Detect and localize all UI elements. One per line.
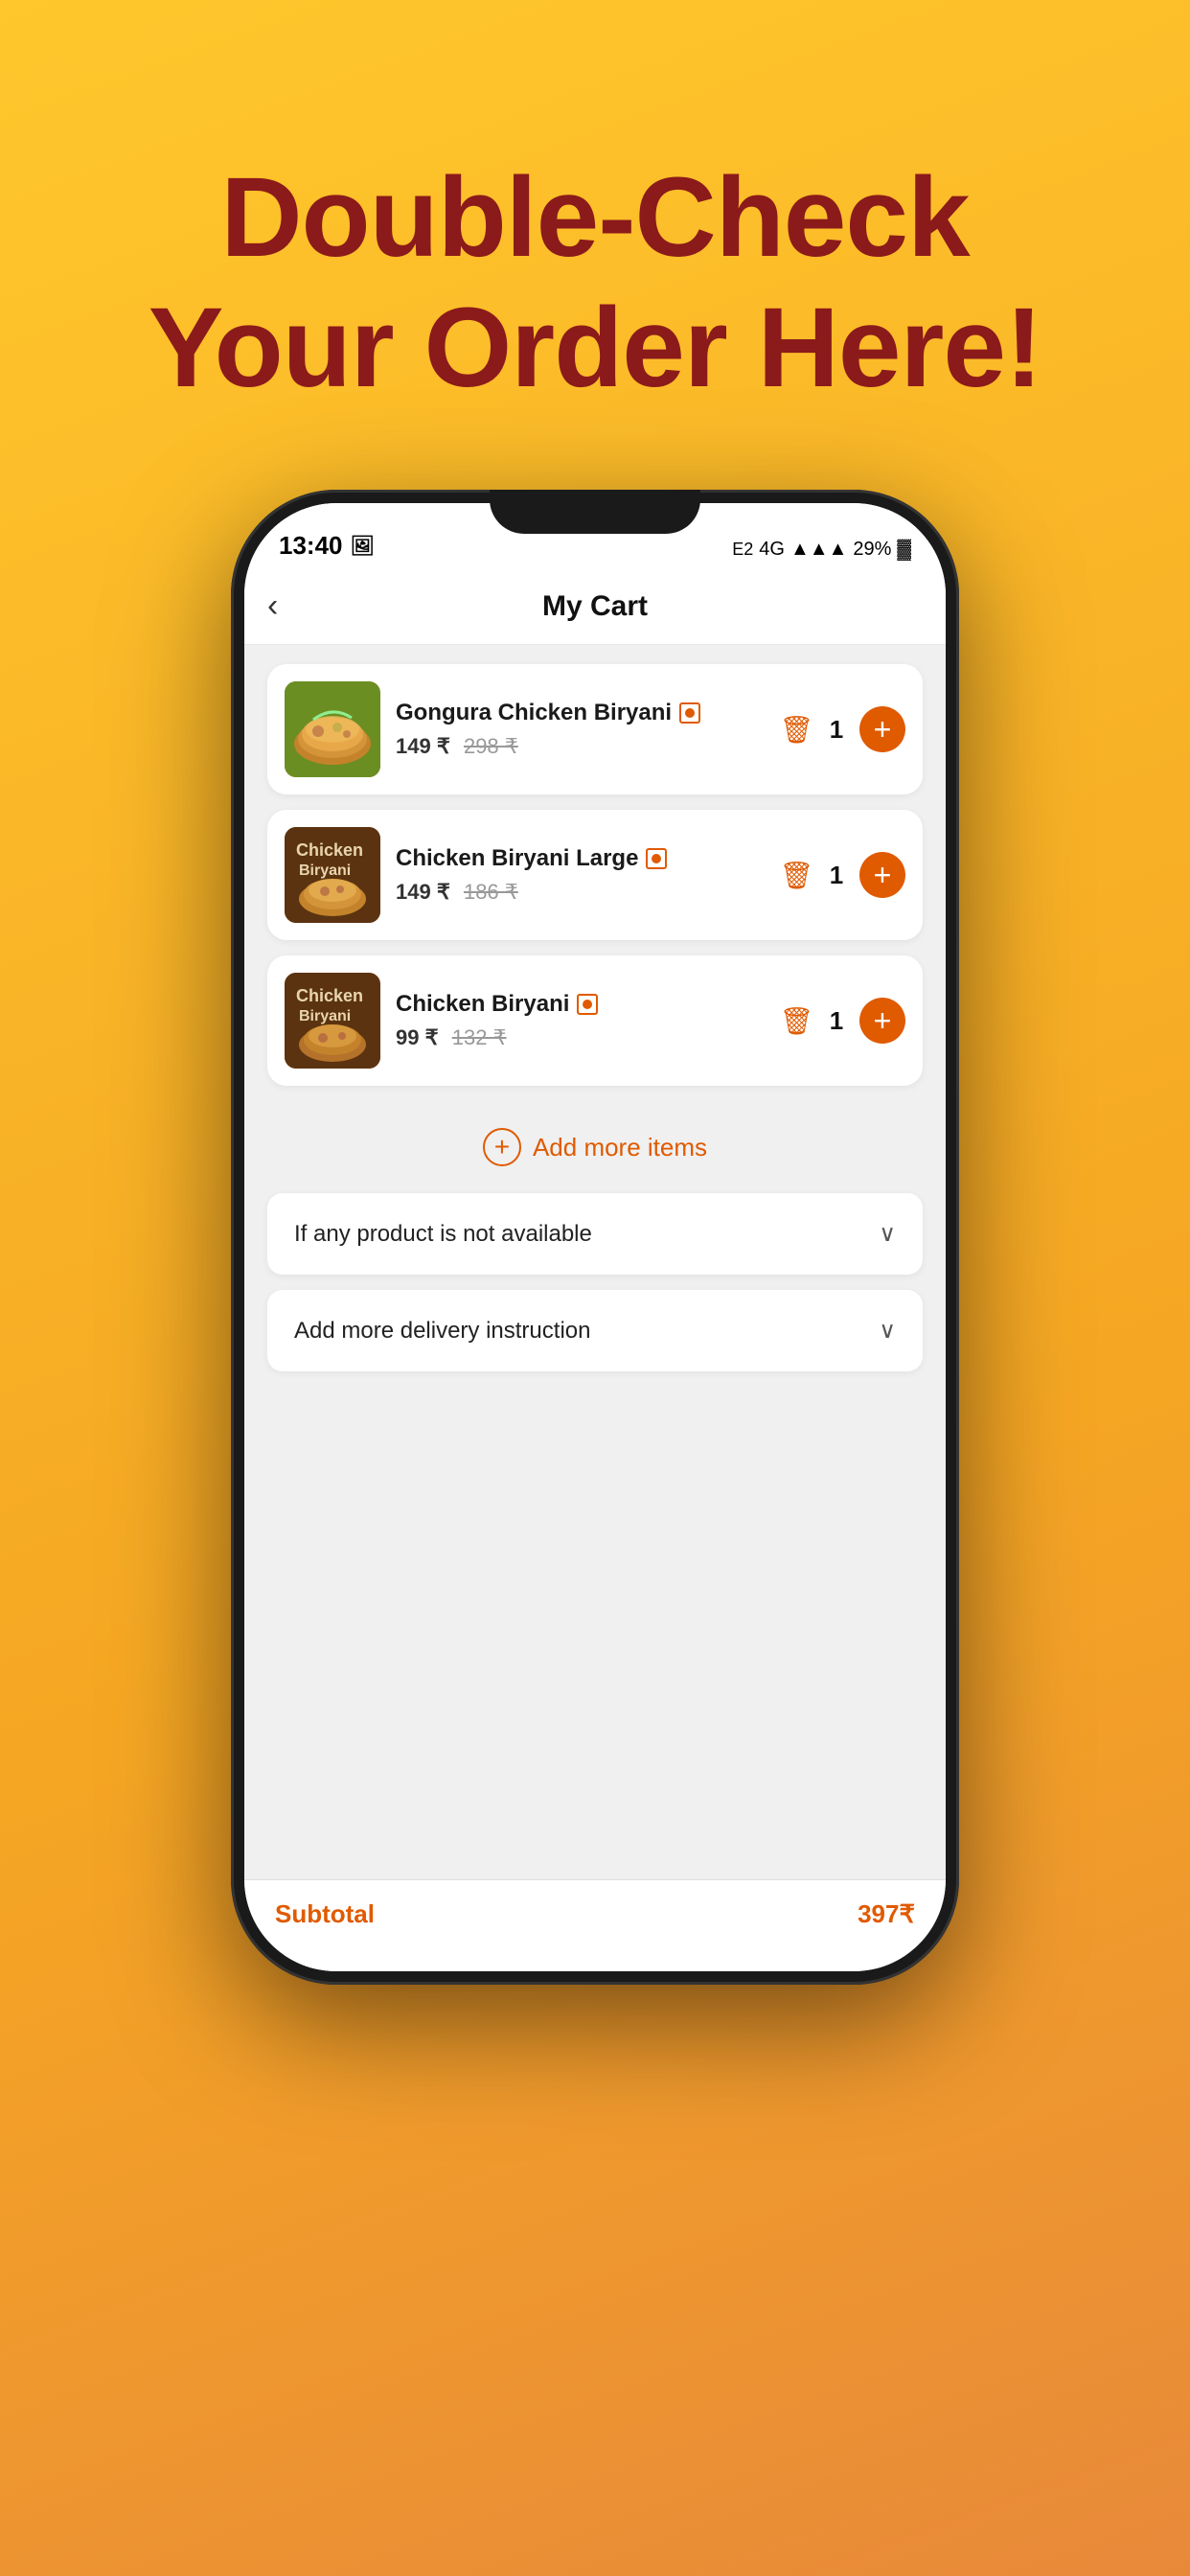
hero-title: Double-Check Your Order Here! (0, 0, 1190, 471)
svg-text:Biryani: Biryani (299, 1008, 351, 1024)
item-info-1: Gongura Chicken Biryani 149 ₹ 298 ₹ (380, 700, 779, 759)
cart-item-3: Chicken Biryani Chicken Biryani (267, 955, 923, 1086)
add-button-3[interactable]: + (859, 998, 905, 1044)
battery-label: 29% (853, 539, 891, 561)
chevron-down-icon: ∨ (879, 1220, 896, 1248)
qty-control-1: 🗑 1 + (779, 706, 905, 752)
add-more-items-button[interactable]: + Add more items (267, 1101, 923, 1193)
svg-text:Chicken: Chicken (296, 840, 363, 860)
item-image-1 (285, 681, 380, 777)
qty-control-2: 🗑 1 + (779, 852, 905, 898)
chevron-down-icon-2: ∨ (879, 1317, 896, 1345)
qty-num-2: 1 (827, 861, 846, 890)
bottom-bar: Subtotal 397₹ (244, 1879, 946, 1971)
delivery-dropdown[interactable]: Add more delivery instruction ∨ (267, 1290, 923, 1371)
availability-dropdown[interactable]: If any product is not available ∨ (267, 1193, 923, 1275)
item-price-1: 149 ₹ 298 ₹ (396, 734, 764, 759)
subtotal-value: 397₹ (858, 1899, 915, 1929)
signal-icon: 4G (759, 539, 785, 561)
phone-frame: 13:40 🖼 E2 4G ▲▲▲ 29% ▓ ‹ My Cart (231, 490, 959, 1985)
wifi-icon: ▲▲▲ (790, 539, 847, 561)
page-title: My Cart (542, 590, 648, 623)
cart-item: Gongura Chicken Biryani 149 ₹ 298 ₹ 🗑 1 … (267, 664, 923, 794)
subtotal-label: Subtotal (275, 1899, 375, 1929)
qty-num-3: 1 (827, 1006, 846, 1036)
item-image-3: Chicken Biryani (285, 973, 380, 1069)
photo-icon: 🖼 (351, 534, 375, 558)
network-icon: E2 (732, 540, 753, 560)
delivery-label: Add more delivery instruction (294, 1318, 590, 1345)
add-button-2[interactable]: + (859, 852, 905, 898)
phone-mockup: 13:40 🖼 E2 4G ▲▲▲ 29% ▓ ‹ My Cart (0, 471, 1190, 1985)
veg-icon-3 (577, 994, 598, 1015)
phone-notch (490, 490, 700, 534)
item-info-2: Chicken Biryani Large 149 ₹ 186 ₹ (380, 845, 779, 905)
delete-button-1[interactable]: 🗑 (779, 714, 813, 746)
veg-icon-1 (679, 702, 700, 724)
item-name-1: Gongura Chicken Biryani (396, 700, 672, 726)
item-price-3: 99 ₹ 132 ₹ (396, 1025, 764, 1050)
item-name-3: Chicken Biryani (396, 991, 569, 1018)
veg-icon-2 (646, 848, 667, 869)
svg-text:Chicken: Chicken (296, 986, 363, 1005)
back-button[interactable]: ‹ (267, 587, 278, 625)
battery-icon: ▓ (897, 539, 911, 561)
status-time: 13:40 🖼 (279, 531, 375, 561)
cart-item-2: Chicken Biryani Chicken Biryani Large (267, 810, 923, 940)
nav-bar: ‹ My Cart (244, 568, 946, 645)
item-price-2: 149 ₹ 186 ₹ (396, 880, 764, 905)
subtotal-row: Subtotal 397₹ (275, 1899, 915, 1929)
availability-label: If any product is not available (294, 1221, 592, 1248)
svg-text:Biryani: Biryani (299, 862, 351, 879)
delete-button-3[interactable]: 🗑 (779, 1005, 813, 1037)
qty-control-3: 🗑 1 + (779, 998, 905, 1044)
item-info-3: Chicken Biryani 99 ₹ 132 ₹ (380, 991, 779, 1050)
phone-screen: 13:40 🖼 E2 4G ▲▲▲ 29% ▓ ‹ My Cart (244, 503, 946, 1971)
qty-num-1: 1 (827, 715, 846, 745)
item-name-2: Chicken Biryani Large (396, 845, 638, 872)
item-image-2: Chicken Biryani (285, 827, 380, 923)
content-area: Gongura Chicken Biryani 149 ₹ 298 ₹ 🗑 1 … (244, 645, 946, 1879)
status-icons: E2 4G ▲▲▲ 29% ▓ (732, 539, 911, 561)
delete-button-2[interactable]: 🗑 (779, 860, 813, 891)
add-button-1[interactable]: + (859, 706, 905, 752)
add-circle-icon: + (483, 1128, 521, 1166)
